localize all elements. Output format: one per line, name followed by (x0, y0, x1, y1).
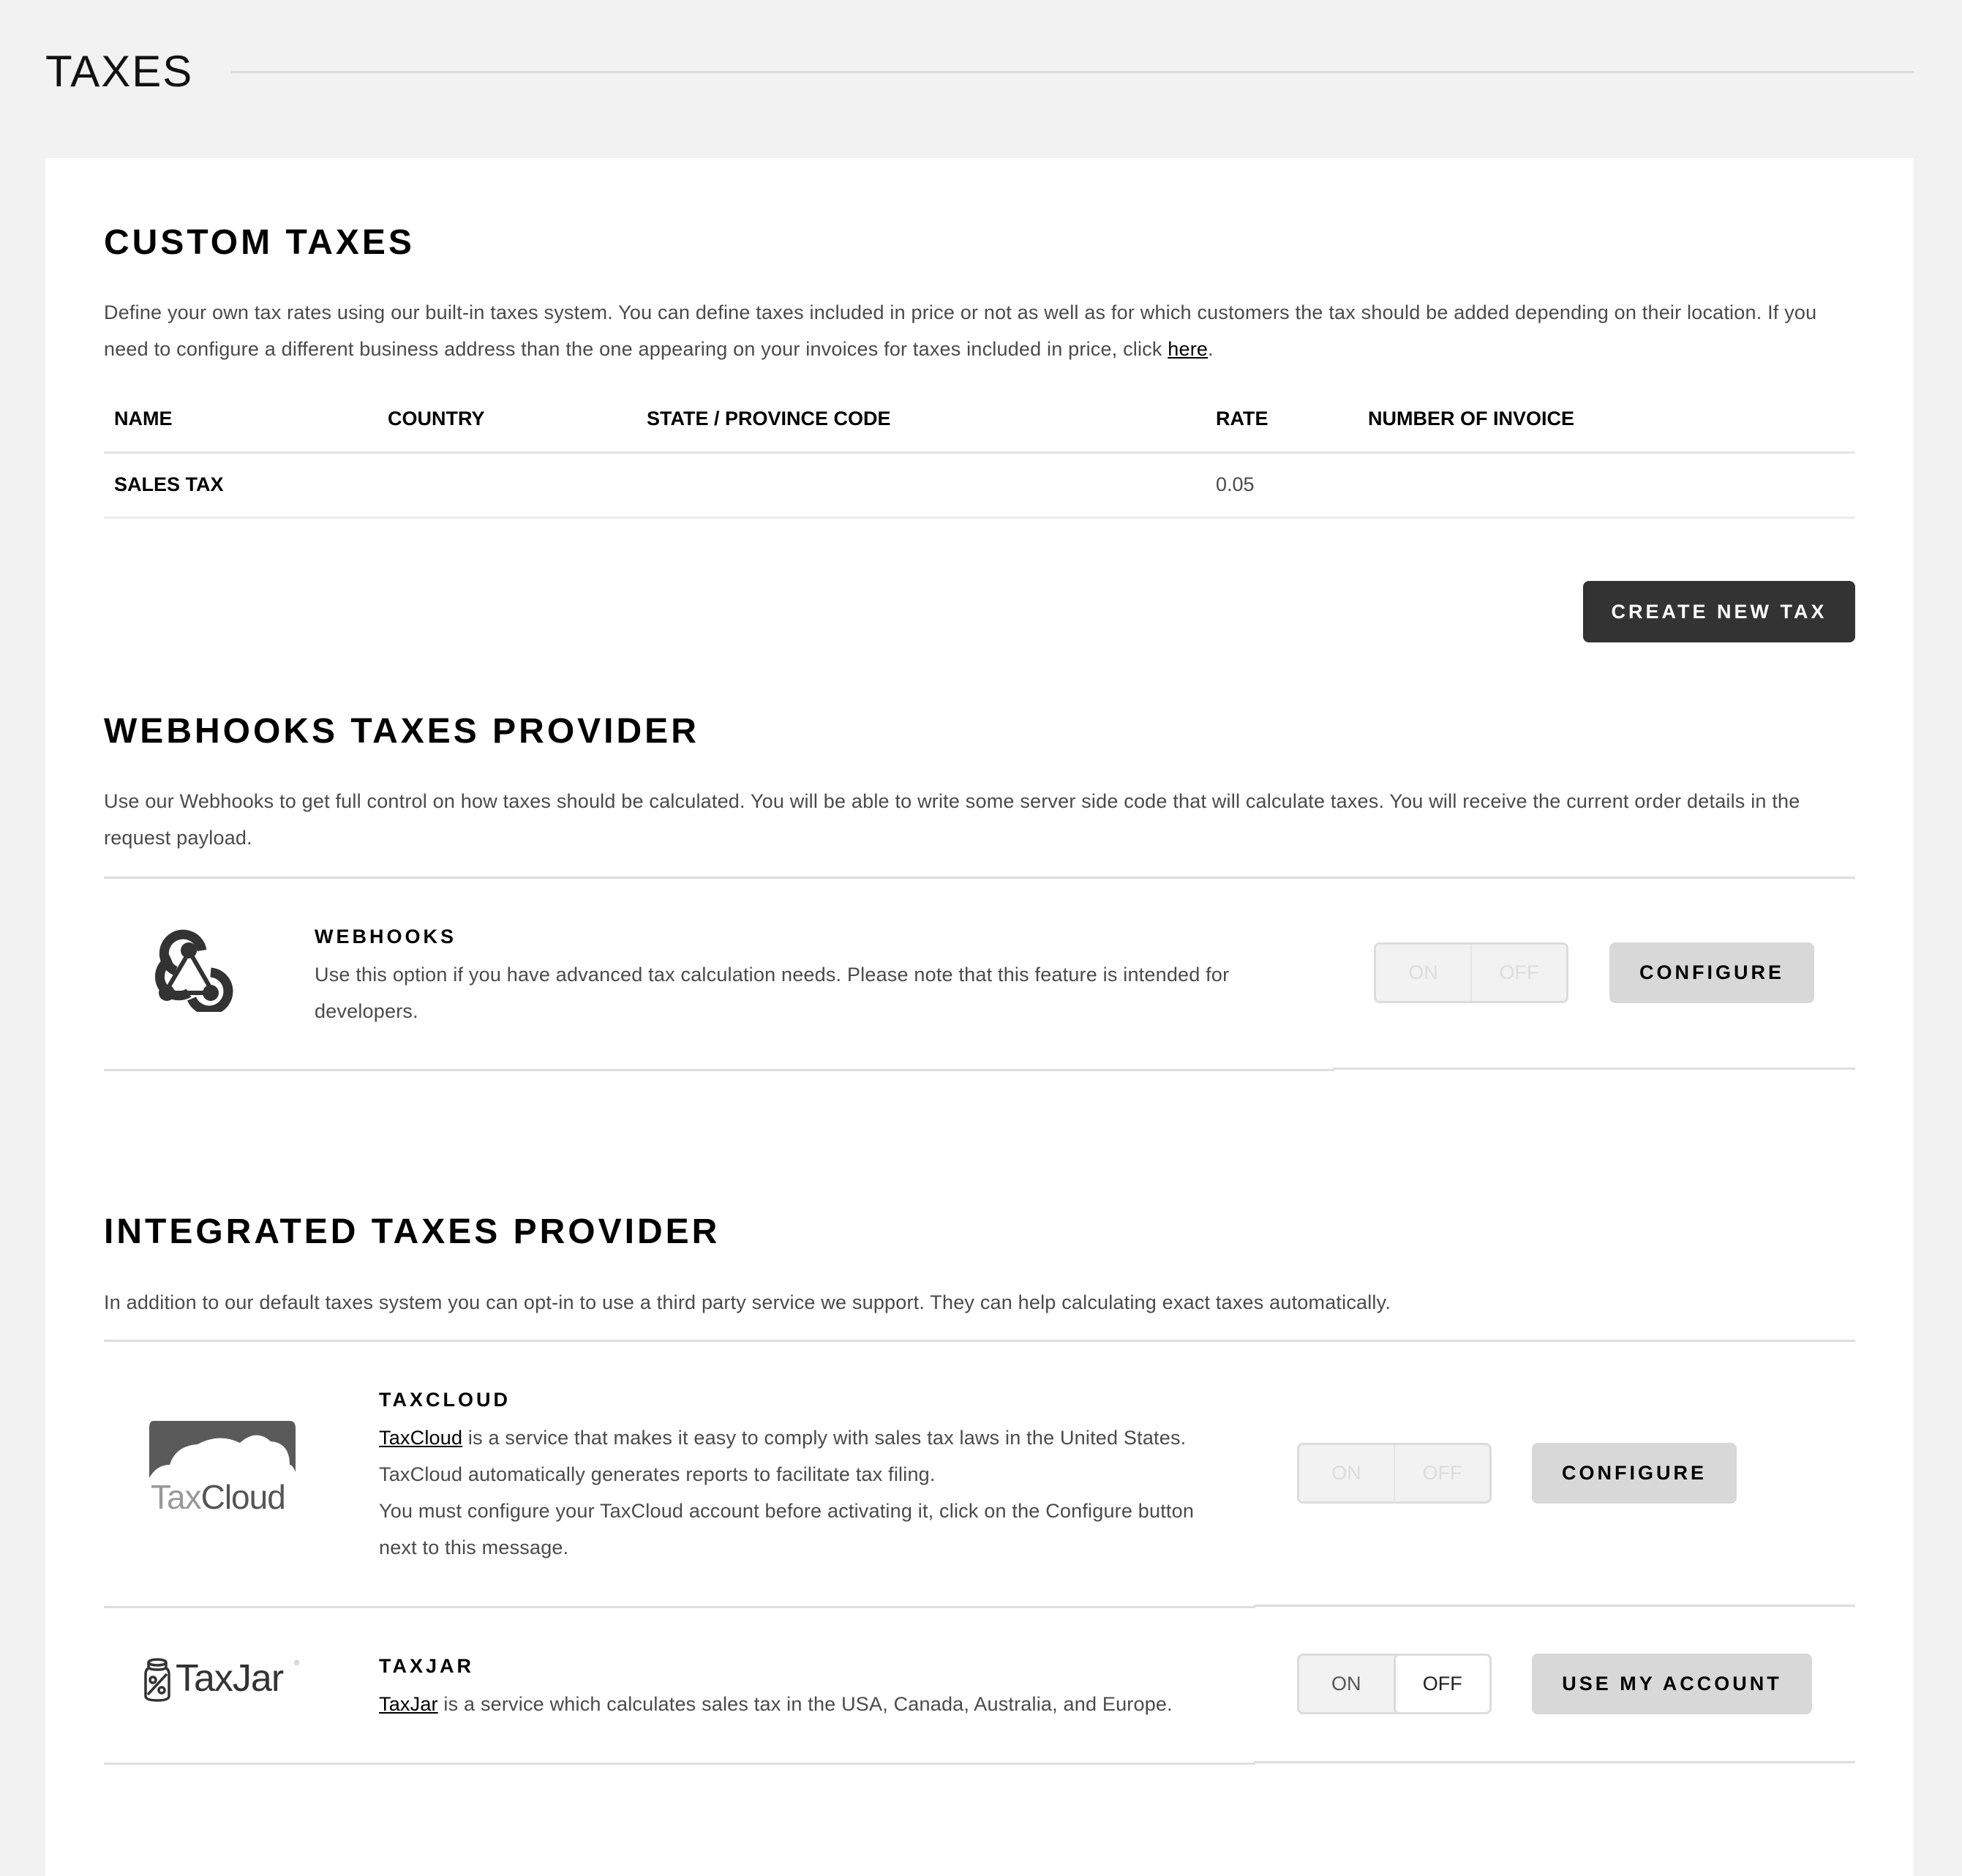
taxjar-toggle[interactable]: ON OFF (1297, 1654, 1492, 1714)
taxcloud-description-line2: TaxCloud automatically generates reports… (379, 1463, 936, 1485)
table-row[interactable]: SALES TAX 0.05 (104, 454, 1855, 518)
custom-taxes-description-line1: Define your own tax rates using our buil… (104, 301, 1817, 323)
taxcloud-logo: TaxCloud (146, 1421, 297, 1516)
taxjar-link[interactable]: TaxJar (379, 1693, 438, 1715)
column-header-rate: RATE (1216, 408, 1268, 429)
webhooks-provider-description: Use our Webhooks to get full control on … (104, 783, 1860, 856)
page-title: TAXES (45, 47, 194, 96)
taxcloud-logo-text: TaxCloud (151, 1478, 286, 1516)
taxjar-divider-right (1254, 1761, 1855, 1763)
taxjar-logo: TaxJar ® (143, 1658, 301, 1702)
webhooks-description-line1: Use our Webhooks to get full control on … (104, 790, 1800, 812)
webhooks-item-description-line1: Use this option if you have advanced tax… (315, 964, 1230, 986)
table-row-divider (104, 517, 1855, 519)
column-header-invoices: NUMBER OF INVOICE (1368, 408, 1575, 429)
taxjar-logo-text: TaxJar (176, 1657, 284, 1700)
taxjar-use-my-account-button[interactable]: USE MY ACCOUNT (1532, 1654, 1812, 1714)
column-header-state: STATE / PROVINCE CODE (647, 408, 891, 429)
taxjar-item: TaxJar ® TAXJAR TaxJar is a service whic… (104, 1608, 1855, 1762)
toggle-off[interactable]: OFF (1470, 945, 1566, 1001)
integrated-provider-heading: INTEGRATED TAXES PROVIDER (104, 1212, 721, 1251)
webhooks-item-description-line2: developers. (315, 1000, 418, 1022)
taxcloud-item: TaxCloud TAXCLOUD TaxCloud is a service … (104, 1342, 1855, 1605)
taxcloud-configure-button[interactable]: CONFIGURE (1532, 1443, 1737, 1504)
taxcloud-title: TAXCLOUD (379, 1389, 511, 1411)
taxjar-divider-left (104, 1763, 1255, 1765)
create-new-tax-button[interactable]: CREATE NEW TAX (1583, 581, 1855, 642)
here-link[interactable]: here (1168, 338, 1208, 360)
taxes-table: NAME COUNTRY STATE / PROVINCE CODE RATE … (104, 407, 1855, 524)
toggle-on[interactable]: ON (1376, 945, 1470, 1001)
toggle-off[interactable]: OFF (1394, 1445, 1489, 1501)
webhooks-divider-bottom-left (104, 1069, 1334, 1071)
cell-name: SALES TAX (114, 473, 224, 495)
taxjar-description-text: is a service which calculates sales tax … (437, 1693, 1173, 1715)
column-header-country: COUNTRY (388, 408, 485, 429)
description-suffix: . (1208, 338, 1214, 360)
taxcloud-description-line3: You must configure your TaxCloud account… (379, 1500, 1195, 1522)
taxcloud-description: TaxCloud is a service that makes it easy… (379, 1419, 1403, 1566)
webhooks-provider-heading: WEBHOOKS TAXES PROVIDER (104, 712, 699, 751)
taxjar-title: TAXJAR (379, 1655, 475, 1677)
jar-icon (144, 1658, 170, 1702)
taxcloud-divider-right (1254, 1605, 1855, 1607)
webhook-icon (143, 926, 234, 1016)
description-text: need to configure a different business a… (104, 338, 1168, 360)
custom-taxes-description-line2: need to configure a different business a… (104, 331, 1860, 367)
toggle-off[interactable]: OFF (1393, 1656, 1489, 1712)
taxcloud-line1-text: is a service that makes it easy to compl… (462, 1427, 1187, 1449)
taxcloud-logo-text-tax: Tax (151, 1478, 202, 1516)
taxcloud-logo-text-cloud: Cloud (200, 1478, 286, 1516)
taxcloud-link[interactable]: TaxCloud (379, 1427, 462, 1449)
webhooks-item: WEBHOOKS Use this option if you have adv… (104, 879, 1855, 1070)
toggle-on[interactable]: ON (1299, 1656, 1394, 1712)
webhooks-item-title: WEBHOOKS (315, 926, 456, 948)
title-divider (231, 71, 1914, 73)
taxcloud-description-line1: TaxCloud is a service that makes it easy… (379, 1419, 1403, 1456)
webhooks-toggle[interactable]: ON OFF (1374, 942, 1568, 1003)
webhooks-description-line2: request payload. (104, 827, 252, 849)
column-header-name: NAME (114, 408, 173, 429)
integrated-provider-description: In addition to our default taxes system … (104, 1291, 1391, 1313)
webhooks-item-description: Use this option if you have advanced tax… (315, 956, 1412, 1029)
webhooks-configure-button[interactable]: CONFIGURE (1609, 942, 1814, 1003)
cell-rate: 0.05 (1216, 473, 1255, 495)
toggle-on[interactable]: ON (1299, 1445, 1394, 1501)
taxcloud-description-line4: next to this message. (379, 1537, 569, 1558)
registered-mark-icon: ® (294, 1659, 300, 1667)
taxcloud-toggle[interactable]: ON OFF (1297, 1443, 1492, 1504)
custom-taxes-heading: CUSTOM TAXES (104, 223, 415, 262)
custom-taxes-description: Define your own tax rates using our buil… (104, 294, 1860, 367)
webhooks-divider-bottom-right (1333, 1068, 1855, 1070)
